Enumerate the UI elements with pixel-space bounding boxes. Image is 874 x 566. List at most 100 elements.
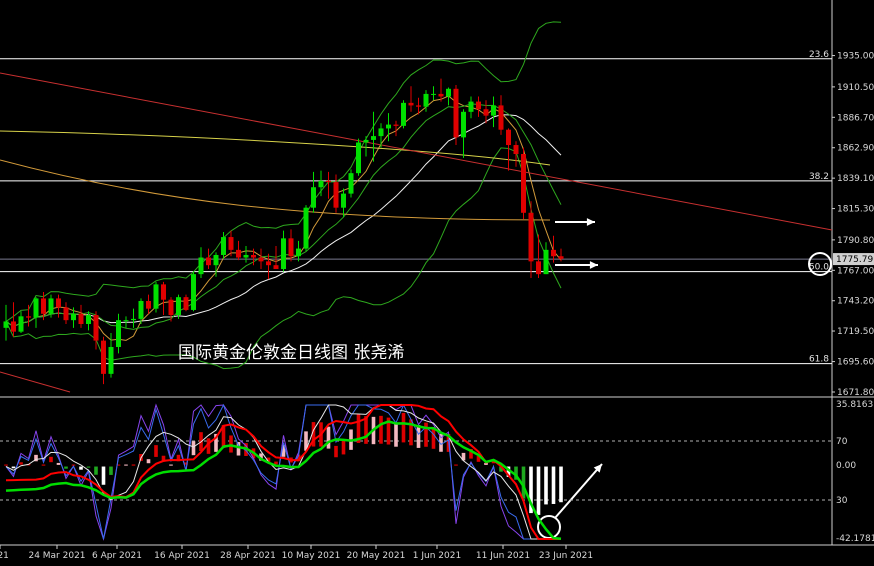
candle-body bbox=[506, 129, 511, 146]
candle-body bbox=[101, 340, 106, 374]
candle-body bbox=[318, 180, 324, 188]
candle-body bbox=[348, 173, 354, 194]
candles bbox=[3, 78, 564, 385]
candle-body bbox=[468, 101, 474, 112]
candle-body bbox=[206, 257, 211, 266]
candle-body bbox=[401, 102, 406, 126]
histogram-bar bbox=[131, 464, 136, 466]
histogram-bar bbox=[544, 466, 548, 505]
candle-body bbox=[386, 124, 391, 129]
candle-body bbox=[371, 136, 376, 140]
histogram-bar bbox=[394, 422, 398, 447]
candle-body bbox=[446, 88, 451, 97]
histogram-bar bbox=[19, 462, 23, 465]
candle-body bbox=[251, 254, 256, 258]
histogram-bar bbox=[334, 445, 338, 458]
candle-body bbox=[363, 139, 369, 143]
candle-body bbox=[26, 316, 31, 318]
candle-body bbox=[131, 318, 136, 321]
candle-body bbox=[176, 297, 181, 316]
chart-title: 国际黄金伦敦金日线图 张尧浠 bbox=[178, 343, 404, 363]
candle-body bbox=[341, 193, 346, 208]
annotations bbox=[537, 218, 832, 539]
indicator-lines bbox=[0, 21, 833, 393]
price-tick-label: 1695.60 bbox=[837, 358, 874, 368]
price-tick-label: 1743.20 bbox=[837, 297, 874, 307]
chart-window: 23.6 38.2 50.0 61.8 1935.00 1910.50 1886.70 18… bbox=[0, 0, 874, 566]
date-tick-label: 2021 bbox=[0, 551, 9, 561]
histogram-bar bbox=[236, 442, 241, 456]
histogram-bar bbox=[124, 464, 128, 466]
histogram-bar bbox=[109, 466, 113, 475]
price-tick-label: 1790.80 bbox=[837, 236, 874, 246]
resistance-arrow-head bbox=[586, 218, 595, 226]
histogram-bar bbox=[4, 464, 8, 466]
histogram-bar bbox=[274, 461, 278, 465]
panel-borders bbox=[0, 0, 874, 546]
candle-body bbox=[108, 347, 114, 374]
candle-body bbox=[266, 261, 271, 266]
oscillator-circle bbox=[537, 515, 561, 539]
candle-body bbox=[153, 284, 159, 309]
date-tick-label: 1 Jun 2021 bbox=[413, 551, 461, 561]
price-tick-label: 1839.10 bbox=[837, 174, 874, 184]
candle-body bbox=[551, 249, 556, 257]
oscillator-panel bbox=[0, 403, 832, 541]
histogram-bar bbox=[41, 464, 46, 466]
trendline-red-short bbox=[0, 371, 71, 393]
candle-body bbox=[33, 298, 39, 318]
candle-body bbox=[476, 101, 481, 110]
candle-body bbox=[93, 315, 99, 341]
candle-body bbox=[558, 256, 564, 259]
histogram-bar bbox=[326, 426, 331, 449]
candle-body bbox=[56, 298, 61, 308]
date-tick-label: 24 Mar 2021 bbox=[28, 551, 85, 561]
histogram-bar bbox=[341, 439, 346, 455]
histogram-bar bbox=[424, 422, 428, 447]
candle-body bbox=[521, 153, 526, 213]
histogram-bar bbox=[454, 464, 458, 466]
ma-long-yellow bbox=[0, 130, 551, 166]
price-tick-label: 1671.80 bbox=[837, 388, 874, 398]
signal-white-line bbox=[5, 404, 561, 540]
indicator-tick-label: 30 bbox=[836, 496, 848, 506]
histogram-bar bbox=[229, 435, 233, 453]
histogram-bar bbox=[379, 415, 383, 444]
histogram-bar bbox=[536, 466, 541, 515]
candle-body bbox=[311, 187, 316, 208]
candle-body bbox=[378, 128, 384, 137]
histogram-bar bbox=[551, 466, 556, 504]
indicator-tick-label: 35.8163 bbox=[836, 400, 873, 410]
candle-body bbox=[221, 237, 226, 255]
candle-body bbox=[78, 313, 84, 324]
candle-body bbox=[536, 261, 541, 275]
fib-label: 61.8 bbox=[809, 355, 829, 365]
date-tick-label: 23 Jun 2021 bbox=[539, 551, 593, 561]
candle-body bbox=[258, 257, 264, 262]
candle-body bbox=[281, 238, 286, 270]
histogram-bar bbox=[169, 464, 173, 466]
candle-body bbox=[513, 145, 519, 154]
candle-body bbox=[491, 105, 496, 116]
histogram-bar bbox=[11, 466, 16, 469]
histogram-bar bbox=[79, 466, 83, 470]
candle-body bbox=[228, 237, 234, 250]
candle-body bbox=[408, 102, 414, 106]
candle-body bbox=[543, 249, 549, 275]
price-tick-label: 1910.50 bbox=[837, 83, 874, 93]
ma-long-orange bbox=[0, 159, 551, 221]
histogram-bar bbox=[64, 466, 68, 469]
candle-body bbox=[183, 297, 189, 310]
date-tick-label: 20 May 2021 bbox=[347, 551, 406, 561]
candle-body bbox=[71, 313, 76, 321]
candle-body bbox=[453, 88, 459, 138]
candle-body bbox=[168, 299, 174, 316]
date-tick-label: 16 Apr 2021 bbox=[154, 551, 210, 561]
candle-body bbox=[296, 248, 301, 257]
candle-body bbox=[273, 265, 279, 270]
candle-body bbox=[161, 284, 166, 300]
candle-body bbox=[333, 182, 339, 208]
histogram-bar bbox=[401, 412, 406, 443]
histogram-bar bbox=[154, 445, 158, 457]
candle-body bbox=[423, 93, 429, 107]
